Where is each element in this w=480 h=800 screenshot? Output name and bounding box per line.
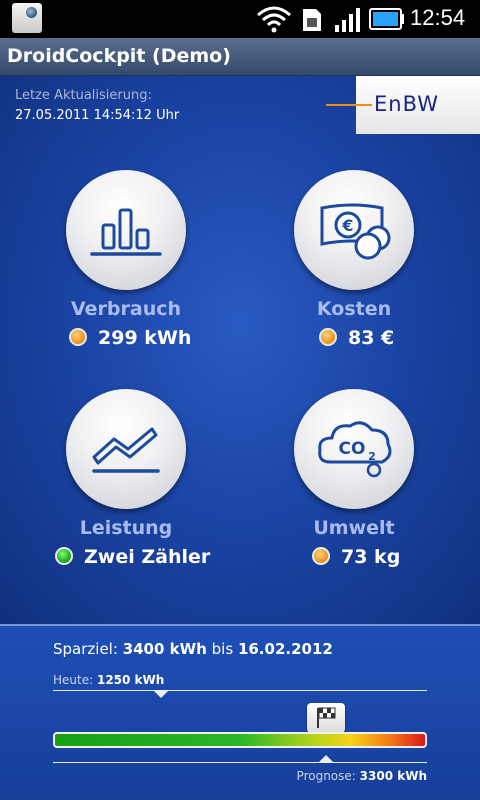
forecast-marker bbox=[319, 755, 334, 762]
goal-date: 16.02.2012 bbox=[237, 640, 333, 658]
line-chart-icon bbox=[92, 427, 160, 473]
goal-middle: bis bbox=[211, 640, 234, 658]
kosten-button[interactable]: € bbox=[294, 170, 414, 290]
update-label: Letze Aktualisierung: bbox=[15, 88, 152, 103]
status-bar: 12:54 bbox=[0, 0, 480, 38]
logo-text: EnBW bbox=[374, 92, 440, 116]
goal-prefix: Sparziel: bbox=[53, 640, 118, 658]
signal-icon bbox=[335, 8, 360, 32]
status-indicator bbox=[312, 547, 330, 565]
tile-verbrauch[interactable]: Verbrauch 299 kWh bbox=[26, 170, 226, 370]
update-timestamp: 27.05.2011 14:54:12 Uhr bbox=[15, 108, 180, 123]
euro-money-icon: € bbox=[320, 203, 391, 260]
umwelt-label: Umwelt bbox=[313, 517, 395, 539]
clock: 12:54 bbox=[410, 5, 466, 30]
leistung-label: Leistung bbox=[79, 517, 173, 539]
goal-amount: 3400 kWh bbox=[122, 640, 207, 658]
status-indicator bbox=[69, 328, 87, 346]
svg-text:€: € bbox=[341, 216, 353, 235]
today-summary: Heute: 1250 kWh bbox=[53, 673, 164, 687]
umwelt-value: 73 kg bbox=[341, 546, 401, 568]
verbrauch-value: 299 kWh bbox=[98, 327, 192, 349]
forecast-value: 3300 kWh bbox=[359, 769, 427, 783]
battery-icon bbox=[369, 8, 404, 30]
kosten-value: 83 € bbox=[348, 327, 395, 349]
title-bar: DroidCockpit (Demo) bbox=[0, 38, 480, 76]
forecast-summary: Prognose: 3300 kWh bbox=[297, 769, 427, 783]
forecast-label: Prognose: bbox=[296, 769, 356, 783]
checkered-flag-icon bbox=[317, 707, 336, 728]
status-indicator bbox=[319, 328, 337, 346]
tile-leistung[interactable]: Leistung Zwei Zähler bbox=[26, 389, 226, 589]
goal-summary: Sparziel: 3400 kWh bis 16.02.2012 bbox=[53, 640, 333, 658]
co2-cloud-icon: CO 2 bbox=[318, 421, 392, 478]
leistung-value: Zwei Zähler bbox=[84, 546, 211, 568]
goal-progress-bar bbox=[53, 732, 427, 748]
leistung-button[interactable] bbox=[66, 389, 186, 509]
svg-text:2: 2 bbox=[368, 450, 376, 463]
today-value: 1250 kWh bbox=[96, 673, 165, 687]
goal-panel: Sparziel: 3400 kWh bis 16.02.2012 Heute:… bbox=[0, 624, 480, 800]
app-title: DroidCockpit (Demo) bbox=[7, 45, 231, 67]
status-indicator bbox=[55, 547, 73, 565]
tile-umwelt[interactable]: CO 2 Umwelt 73 kg bbox=[254, 389, 454, 589]
dashboard: Letze Aktualisierung: 27.05.2011 14:54:1… bbox=[0, 76, 480, 624]
kosten-label: Kosten bbox=[316, 298, 392, 320]
forecast-scale-line bbox=[53, 762, 427, 763]
umwelt-button[interactable]: CO 2 bbox=[294, 389, 414, 509]
sim-icon bbox=[303, 9, 321, 31]
logo-accent-line bbox=[326, 104, 372, 106]
svg-text:CO: CO bbox=[339, 439, 366, 459]
forecast-flag-marker bbox=[307, 703, 346, 739]
verbrauch-button[interactable] bbox=[66, 170, 186, 290]
wifi-icon bbox=[257, 6, 291, 33]
today-label: Heute: bbox=[53, 673, 94, 687]
bar-chart-icon bbox=[90, 208, 162, 256]
tile-kosten[interactable]: € Kosten 83 € bbox=[254, 170, 454, 370]
today-marker bbox=[154, 691, 169, 698]
today-scale-line bbox=[53, 690, 427, 691]
notification-icon[interactable] bbox=[12, 3, 42, 33]
verbrauch-label: Verbrauch bbox=[70, 298, 182, 320]
